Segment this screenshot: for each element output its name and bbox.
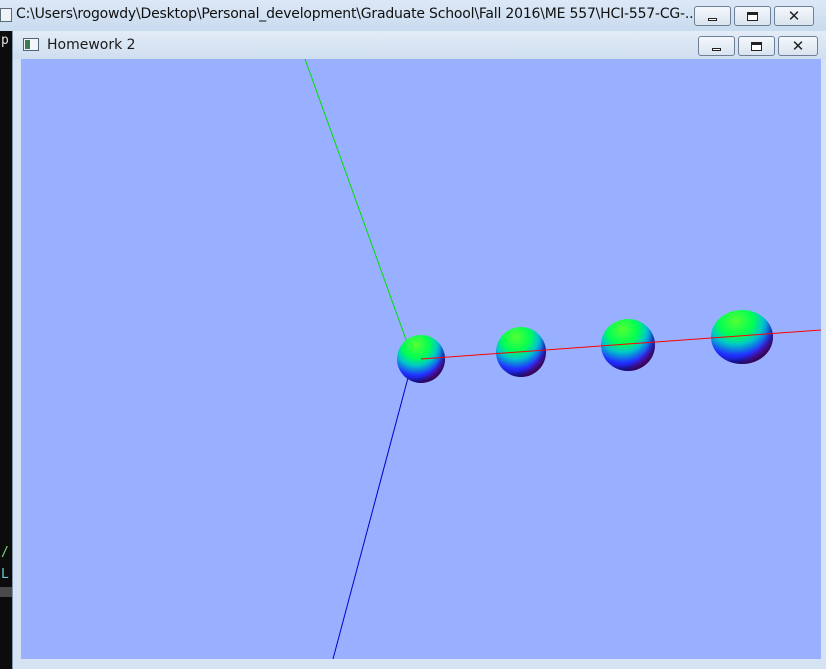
console-titlebar[interactable]: C:\Users\rogowdy\Desktop\Personal_develo… [0, 0, 826, 32]
gl-maximize-button[interactable] [738, 36, 775, 56]
console-maximize-button[interactable] [734, 6, 771, 26]
console-char: L [1, 567, 9, 582]
console-char: p [1, 33, 9, 48]
console-window-title: C:\Users\rogowdy\Desktop\Personal_develo… [16, 6, 698, 22]
close-icon: ✕ [791, 36, 805, 55]
console-close-button[interactable]: ✕ [774, 6, 814, 26]
gl-window[interactable]: Homework 2 ✕ [12, 31, 826, 669]
console-app-icon[interactable] [0, 8, 12, 22]
console-minimize-button[interactable] [694, 6, 731, 26]
minimize-icon [712, 48, 721, 51]
y-axis [304, 59, 414, 360]
minimize-icon [708, 18, 717, 21]
desktop: C:\Users\rogowdy\Desktop\Personal_develo… [0, 0, 826, 669]
gl-titlebar[interactable]: Homework 2 ✕ [13, 31, 826, 59]
close-icon: ✕ [787, 6, 801, 25]
maximize-icon [747, 11, 758, 21]
gl-window-app-icon[interactable] [23, 38, 39, 51]
scene-svg [304, 59, 821, 659]
gl-window-title: Homework 2 [47, 37, 136, 53]
gl-minimize-button[interactable] [698, 36, 735, 56]
console-scroll-segment [0, 587, 12, 597]
gl-render-canvas[interactable] [21, 59, 821, 659]
maximize-icon [751, 41, 762, 51]
gl-close-button[interactable]: ✕ [778, 36, 818, 56]
console-char: / [1, 545, 9, 560]
z-axis [332, 358, 414, 659]
console-output-area[interactable]: p / L [0, 31, 12, 669]
